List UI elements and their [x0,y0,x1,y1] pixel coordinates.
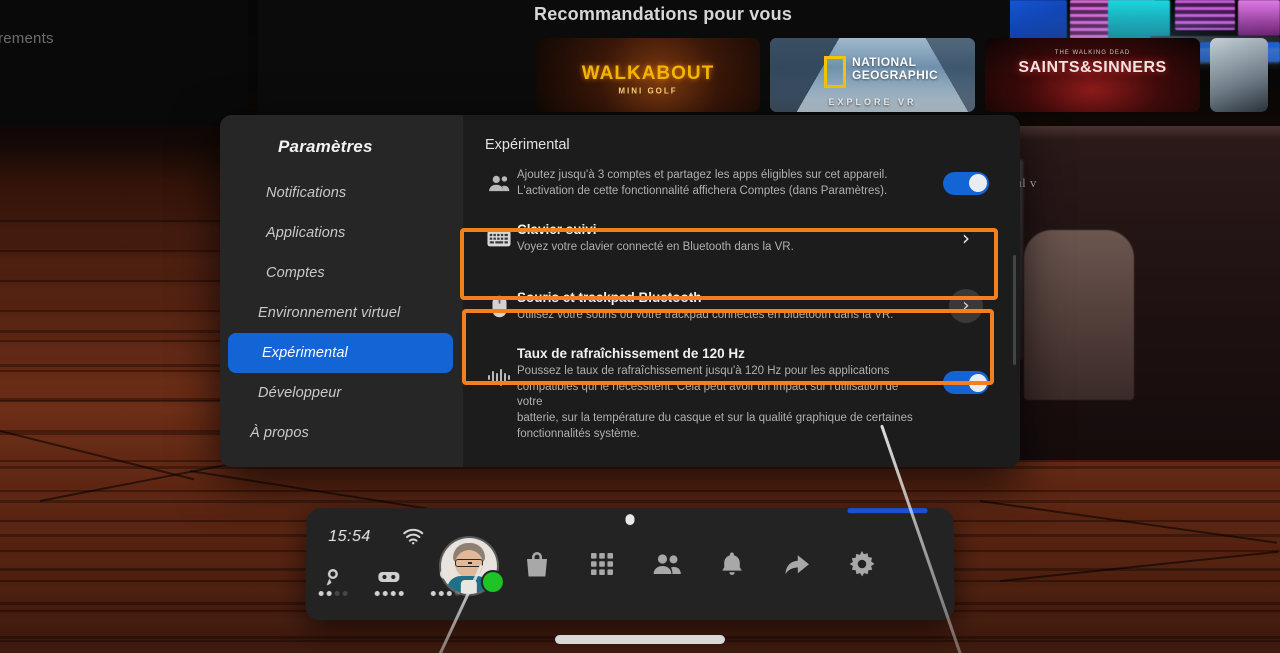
setting-text: Ajoutez jusqu'à 3 comptes et partagez le… [517,167,930,199]
setting-control[interactable] [930,171,1002,195]
card-tagline: EXPLORE VR [828,97,917,107]
setting-description-line: Poussez le taux de rafraîchissement jusq… [517,365,890,377]
settings-window: Paramètres Notifications Applications Co… [220,115,1020,467]
card-subtitle: MINI GOLF [618,86,678,96]
setting-control[interactable] [930,345,1002,394]
room-wall-rim [1000,126,1280,140]
partial-background-text: strements [0,30,54,47]
setting-description-line: Ajoutez jusqu'à 3 comptes et partagez le… [517,169,888,181]
battery-left-controller [316,566,350,597]
share-arrow-icon[interactable] [781,548,813,580]
waveform-icon [481,345,517,387]
sidebar-item-experimental[interactable]: Expérimental [228,333,453,373]
setting-description-line: compatibles qui le nécessitent. Cela peu… [517,381,899,408]
setting-row-tracked-keyboard[interactable]: Clavier suivi Voyez votre clavier connec… [463,207,1020,271]
chevron-right-icon[interactable]: › [949,289,983,323]
setting-title: Taux de rafraîchissement de 120 Hz [517,346,745,361]
sidebar-item-developpeur[interactable]: Développeur [220,373,453,413]
recommendation-card[interactable]: NATIONAL GEOGRAPHIC EXPLORE VR [770,38,975,112]
toggle-knob [968,373,987,392]
store-recommendations-panel: Recommandations pour vous WALKABOUT MINI… [258,0,1268,120]
battery-dots [372,591,406,597]
setting-text: Clavier suivi Voyez votre clavier connec… [517,221,930,255]
setting-title: Souris et trackpad Bluetooth [517,290,702,305]
recommendation-card[interactable] [1210,38,1268,112]
vr-dock: 15:54 [305,508,955,621]
toggle-knob [968,174,987,192]
setting-row-refresh-rate[interactable]: Taux de rafraîchissement de 120 Hz Pouss… [463,341,1020,450]
notifications-bell-icon[interactable] [716,548,748,580]
setting-control[interactable]: › [930,228,1002,248]
store-icon[interactable] [521,548,553,580]
vr-screenshot-stage: al v strements Recommandations pour vous… [0,0,1280,653]
avatar-shirt [460,580,477,595]
setting-control[interactable]: › [930,289,1002,323]
multi-accounts-toggle[interactable] [943,171,989,195]
content-fade [463,449,1020,467]
presence-online-indicator [482,571,503,593]
setting-description-line: Voyez votre clavier connecté en Bluetoot… [517,241,794,253]
recommendation-card[interactable]: THE WALKING DEAD SAINTS&SINNERS [985,38,1200,112]
setting-text: Souris et trackpad Bluetooth Utilisez vo… [517,289,930,323]
card-title: SAINTS&SINNERS [1018,58,1167,76]
recommendation-card[interactable]: WALKABOUT MINI GOLF [536,38,760,112]
people-icon[interactable] [651,548,683,580]
setting-title: Clavier suivi [517,222,597,237]
section-title: Expérimental [485,137,570,153]
setting-description-line: L'activation de cette fonctionnalité aff… [517,185,888,197]
dock-grab-handle[interactable] [625,514,635,526]
settings-gear-icon[interactable] [846,548,878,580]
dock-accent-bar [847,508,928,514]
background-furniture [1024,230,1134,400]
battery-headset [372,566,406,597]
card-title: NATIONAL GEOGRAPHIC [852,55,939,82]
sidebar-item-environnement-virtuel[interactable]: Environnement virtuel [220,293,453,333]
avatar-glasses [454,559,484,567]
mouse-icon [481,295,517,318]
chevron-right-icon[interactable]: › [962,228,970,248]
national-geographic-frame-icon [824,56,846,88]
setting-row-bluetooth-mouse[interactable]: Souris et trackpad Bluetooth Utilisez vo… [463,271,1020,341]
setting-row-multi-accounts[interactable]: Ajoutez jusqu'à 3 comptes et partagez le… [463,159,1020,207]
sidebar-item-comptes[interactable]: Comptes [220,253,453,293]
sidebar-item-notifications[interactable]: Notifications [220,173,453,213]
card-pre-title: THE WALKING DEAD [1054,49,1131,56]
keyboard-icon [481,230,517,247]
dock-icon-row [521,548,878,580]
dock-clock: 15:54 [328,528,371,546]
background-dark-plate [0,0,248,126]
recommendations-title: Recommandations pour vous [534,4,793,24]
user-avatar[interactable] [440,538,503,595]
sidebar-item-applications[interactable]: Applications [220,213,453,253]
card-title: WALKABOUT [581,62,715,84]
battery-dots [316,591,350,597]
home-indicator[interactable] [555,635,725,644]
left-controller-icon [316,566,350,588]
headset-icon [372,566,406,588]
apps-grid-icon[interactable] [586,548,618,580]
setting-description-line: fonctionnalités système. [517,428,640,440]
refresh-rate-toggle[interactable] [943,371,989,394]
sidebar-item-a-propos[interactable]: À propos [220,413,453,453]
wifi-icon [402,528,424,546]
people-icon [481,174,517,192]
content-scrollbar[interactable] [1013,255,1016,365]
setting-description-line: batterie, sur la température du casque e… [517,412,913,424]
settings-sidebar: Paramètres Notifications Applications Co… [220,115,463,467]
settings-title: Paramètres [278,137,373,156]
setting-text: Taux de rafraîchissement de 120 Hz Pouss… [517,345,930,442]
settings-content-pane: Expérimental Ajoutez jusqu'à 3 comptes e… [463,115,1020,467]
setting-description-line: Utilisez votre souris ou votre trackpad … [517,309,894,321]
